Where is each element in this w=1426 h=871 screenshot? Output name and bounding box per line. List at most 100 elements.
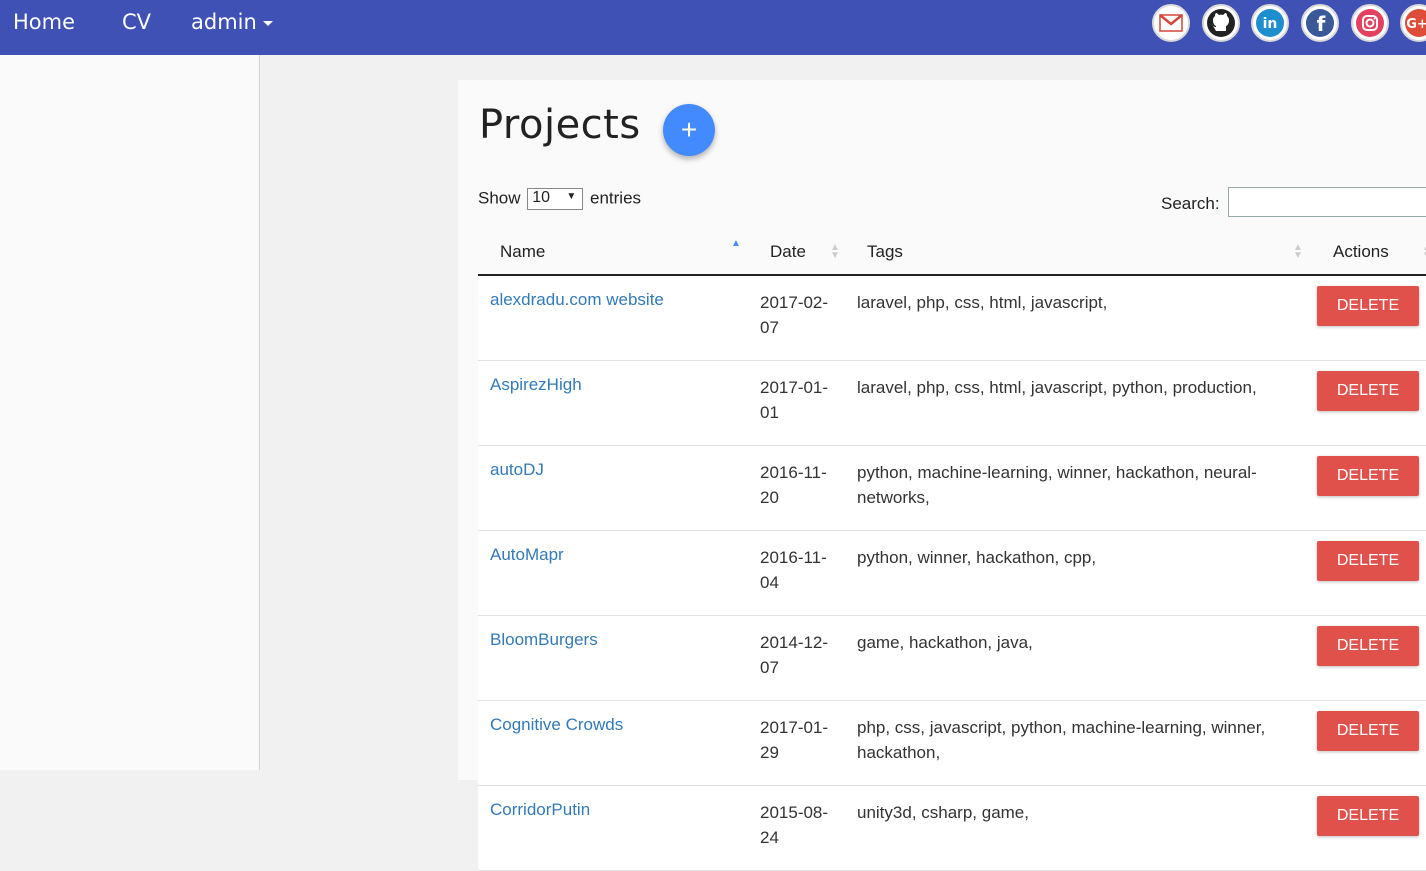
date-value: 2016-11-04 <box>760 548 827 592</box>
actions-cell: DELETE <box>1312 615 1426 701</box>
actions-cell: DELETE <box>1312 445 1426 531</box>
sort-asc-icon: ▲ <box>731 238 741 249</box>
nav-admin-label: admin <box>191 10 257 34</box>
actions-cell: DELETE <box>1312 785 1426 871</box>
tags-cell: python, machine-learning, winner, hackat… <box>857 445 1312 531</box>
delete-button[interactable]: DELETE <box>1317 626 1419 666</box>
name-cell: alexdradu.com website <box>478 275 750 361</box>
table-row: autoDJ 2016-11-20 python, machine-learni… <box>478 445 1426 531</box>
actions-cell: DELETE <box>1312 530 1426 616</box>
svg-text:in: in <box>1263 16 1278 32</box>
name-cell: AspirezHigh <box>478 360 750 446</box>
project-link[interactable]: Cognitive Crowds <box>478 701 750 735</box>
delete-button[interactable]: DELETE <box>1317 371 1419 411</box>
delete-button[interactable]: DELETE <box>1317 286 1419 326</box>
column-header-label: Name <box>500 242 546 261</box>
table-row: AspirezHigh 2017-01-01 laravel, php, css… <box>478 360 1426 446</box>
column-header-label: Date <box>770 242 806 261</box>
sort-icon: ▲▼ <box>830 242 840 261</box>
show-entries-control: Show 10 ▼ entries <box>478 188 641 210</box>
table-header-row: Name ▲ Date ▲▼ Tags ▲▼ Actions ▲▼ <box>478 230 1426 276</box>
facebook-icon[interactable]: f <box>1301 4 1339 42</box>
nav-admin-dropdown[interactable]: admin <box>191 10 273 34</box>
name-cell: AutoMapr <box>478 530 750 616</box>
date-cell: 2014-12-07 <box>750 615 857 701</box>
sort-icon: ▲▼ <box>1293 242 1303 261</box>
date-cell: 2015-08-24 <box>750 785 857 871</box>
google-plus-icon[interactable]: G+ <box>1400 4 1426 42</box>
add-project-button[interactable]: + <box>663 104 715 156</box>
tags-value: python, winner, hackathon, cpp, <box>857 548 1097 567</box>
tags-cell: laravel, php, css, html, javascript, pyt… <box>857 360 1312 446</box>
tags-value: laravel, php, css, html, javascript, pyt… <box>857 378 1257 397</box>
tags-cell: python, winner, hackathon, cpp, <box>857 530 1312 616</box>
tags-cell: laravel, php, css, html, javascript, <box>857 275 1312 361</box>
tags-value: game, hackathon, java, <box>857 633 1033 652</box>
actions-cell: DELETE <box>1312 700 1426 786</box>
actions-cell: DELETE <box>1312 275 1426 361</box>
project-link[interactable]: AspirezHigh <box>478 361 750 395</box>
table-row: BloomBurgers 2014-12-07 game, hackathon,… <box>478 615 1426 701</box>
column-header-label: Actions <box>1333 242 1389 261</box>
projects-card: Projects + Show 10 ▼ entries Search: Name… <box>458 80 1426 871</box>
name-cell: autoDJ <box>478 445 750 531</box>
tags-value: laravel, php, css, html, javascript, <box>857 293 1108 312</box>
date-value: 2017-01-29 <box>760 718 829 762</box>
svg-text:f: f <box>1317 12 1326 36</box>
column-header-actions[interactable]: Actions ▲▼ <box>1312 230 1426 276</box>
table-row: alexdradu.com website 2017-02-07 laravel… <box>478 275 1426 361</box>
tags-value: python, machine-learning, winner, hackat… <box>857 463 1257 507</box>
date-cell: 2016-11-04 <box>750 530 857 616</box>
column-header-name[interactable]: Name ▲ <box>478 230 750 276</box>
date-value: 2014-12-07 <box>760 633 829 677</box>
page-title: Projects <box>479 102 641 148</box>
dropdown-arrow-icon: ▼ <box>566 191 577 202</box>
entries-value: 10 <box>532 189 551 206</box>
top-navbar: Home CV admin in f G+ <box>0 0 1426 55</box>
column-header-tags[interactable]: Tags ▲ ▼ <box>857 230 1312 276</box>
tags-value: php, css, javascript, python, machine-le… <box>857 718 1266 762</box>
column-header-date[interactable]: Date ▲ ▼ <box>750 230 857 276</box>
delete-button[interactable]: DELETE <box>1317 456 1419 496</box>
project-link[interactable]: alexdradu.com website <box>478 276 750 310</box>
date-value: 2016-11-20 <box>760 463 827 507</box>
column-header-label: Tags <box>867 242 903 261</box>
tags-cell: php, css, javascript, python, machine-le… <box>857 700 1312 786</box>
name-cell: Cognitive Crowds <box>478 700 750 786</box>
nav-home-link[interactable]: Home <box>13 10 75 34</box>
entries-select[interactable]: 10 ▼ <box>527 188 584 210</box>
date-value: 2017-01-01 <box>760 378 829 422</box>
date-cell: 2017-01-29 <box>750 700 857 786</box>
actions-cell: DELETE <box>1312 360 1426 446</box>
date-cell: 2016-11-20 <box>750 445 857 531</box>
project-link[interactable]: AutoMapr <box>478 531 750 565</box>
gmail-icon[interactable] <box>1152 4 1190 42</box>
delete-button[interactable]: DELETE <box>1317 796 1419 836</box>
nav-cv-link[interactable]: CV <box>122 10 151 34</box>
svg-text:G+: G+ <box>1406 17 1426 32</box>
chevron-down-icon <box>262 20 273 26</box>
github-icon[interactable] <box>1202 4 1240 42</box>
delete-button[interactable]: DELETE <box>1317 541 1419 581</box>
project-link[interactable]: CorridorPutin <box>478 786 750 820</box>
sidebar <box>0 55 260 770</box>
project-link[interactable]: BloomBurgers <box>478 616 750 650</box>
date-cell: 2017-01-01 <box>750 360 857 446</box>
name-cell: CorridorPutin <box>478 785 750 871</box>
show-label: Show <box>478 188 521 208</box>
projects-table: Name ▲ Date ▲▼ Tags ▲▼ Actions ▲▼ a <box>478 230 1426 871</box>
tags-value: unity3d, csharp, game, <box>857 803 1029 822</box>
search-input[interactable] <box>1228 187 1426 217</box>
project-link[interactable]: autoDJ <box>478 446 750 480</box>
entries-label: entries <box>590 188 642 208</box>
delete-button[interactable]: DELETE <box>1317 711 1419 751</box>
date-cell: 2017-02-07 <box>750 275 857 361</box>
search-label: Search: <box>1161 194 1220 213</box>
tags-cell: game, hackathon, java, <box>857 615 1312 701</box>
table-row: CorridorPutin 2015-08-24 unity3d, csharp… <box>478 785 1426 871</box>
instagram-icon[interactable] <box>1351 4 1389 42</box>
date-value: 2017-02-07 <box>760 293 829 337</box>
plus-icon: + <box>680 114 698 145</box>
sort-icon: ▲▼ <box>1422 243 1426 261</box>
linkedin-icon[interactable]: in <box>1251 4 1289 42</box>
